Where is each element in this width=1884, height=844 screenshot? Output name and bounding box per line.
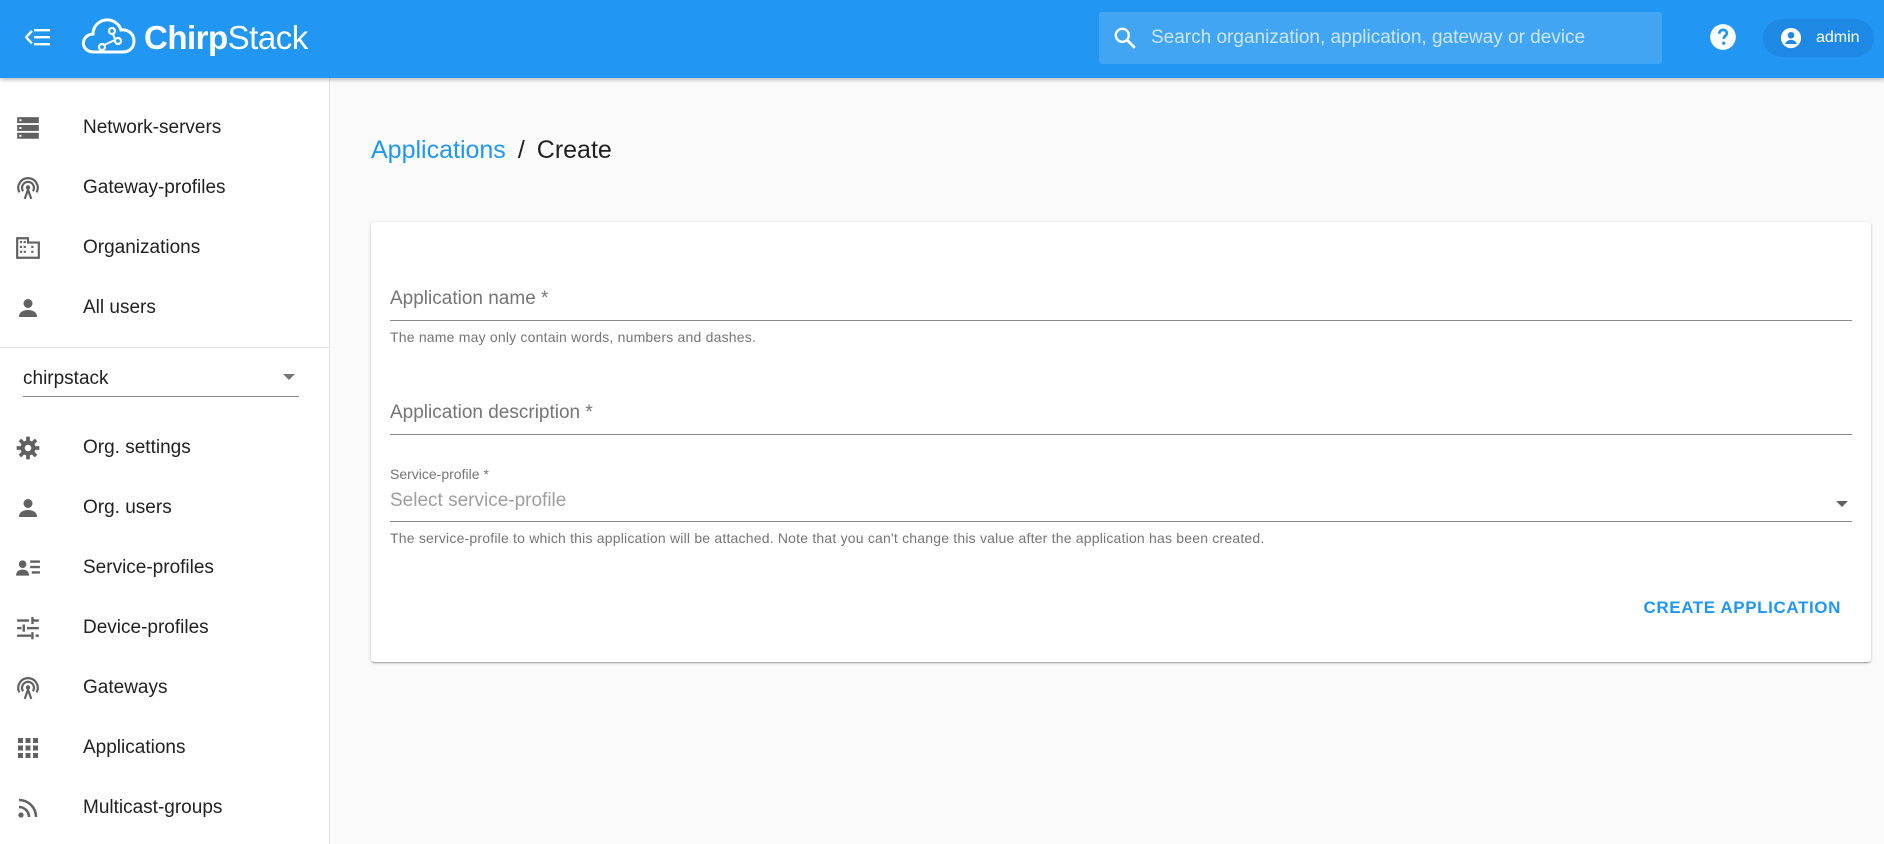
- sidebar: Network-servers Gateway-profiles Organiz…: [0, 78, 330, 844]
- application-name-field[interactable]: Application name * The name may only con…: [390, 288, 1852, 348]
- sidebar-item-label: Multicast-groups: [83, 797, 223, 818]
- brand-name-bold: Chirp: [144, 19, 228, 56]
- search-bar[interactable]: [1099, 12, 1662, 64]
- sidebar-item-gateway-profiles[interactable]: Gateway-profiles: [0, 160, 329, 216]
- sidebar-item-org-settings[interactable]: Org. settings: [0, 420, 329, 476]
- building-icon: [14, 234, 42, 262]
- sidebar-item-label: Org. settings: [83, 437, 191, 458]
- sidebar-item-organizations[interactable]: Organizations: [0, 220, 329, 276]
- service-profile-label: Service-profile *: [390, 466, 489, 482]
- sidebar-item-org-users[interactable]: Org. users: [0, 480, 329, 536]
- sidebar-item-device-profiles[interactable]: Device-profiles: [0, 600, 329, 656]
- chevron-down-icon[interactable]: [1836, 501, 1848, 507]
- organization-select-value: chirpstack: [23, 368, 109, 389]
- breadcrumb-separator: /: [517, 136, 525, 164]
- brand-name: ChirpStack: [144, 19, 308, 57]
- sidebar-item-label: Org. users: [83, 497, 172, 518]
- cloud-logo-icon: [80, 14, 138, 63]
- sidebar-item-label: Device-profiles: [83, 617, 209, 638]
- tune-icon: [14, 614, 42, 642]
- sidebar-item-network-servers[interactable]: Network-servers: [0, 100, 329, 156]
- breadcrumb-current: Create: [536, 136, 612, 164]
- organization-select[interactable]: chirpstack: [23, 358, 299, 397]
- sidebar-item-label: Gateway-profiles: [83, 177, 226, 198]
- service-profile-select[interactable]: Select service-profile: [390, 490, 566, 512]
- application-description-field[interactable]: Application description *: [390, 402, 1852, 442]
- sidebar-item-label: All users: [83, 297, 156, 318]
- person-icon: [14, 494, 42, 522]
- gateway-icon: [14, 174, 42, 202]
- sidebar-item-label: Applications: [83, 737, 186, 758]
- brand-name-regular: Stack: [227, 19, 309, 56]
- application-description-underline: [390, 434, 1852, 435]
- sidebar-item-gateways[interactable]: Gateways: [0, 660, 329, 716]
- sidebar-divider: [0, 347, 329, 348]
- search-input[interactable]: [1149, 26, 1653, 50]
- service-profile-underline: [390, 521, 1852, 522]
- help-button[interactable]: [1704, 20, 1742, 58]
- chevron-down-icon: [283, 374, 295, 380]
- search-icon: [1109, 22, 1141, 54]
- account-details-icon: [14, 554, 42, 582]
- menu-toggle-button[interactable]: [18, 19, 58, 59]
- user-menu-button[interactable]: admin: [1763, 19, 1874, 57]
- app-bar: ChirpStack admin: [0, 0, 1884, 78]
- rss-icon: [14, 794, 42, 822]
- sidebar-item-label: Service-profiles: [83, 557, 214, 578]
- apps-grid-icon: [14, 734, 42, 762]
- sidebar-item-label: Gateways: [83, 677, 168, 698]
- application-name-input[interactable]: [390, 288, 1834, 318]
- application-name-helper: The name may only contain words, numbers…: [390, 329, 757, 345]
- breadcrumb: Applications / Create: [371, 136, 612, 165]
- service-profile-helper: The service-profile to which this applic…: [390, 530, 1265, 546]
- server-icon: [14, 114, 42, 142]
- help-icon: [1709, 23, 1737, 56]
- sidebar-item-all-users[interactable]: All users: [0, 280, 329, 336]
- application-name-underline: [390, 320, 1852, 321]
- create-application-form: Application name * The name may only con…: [371, 222, 1871, 662]
- sidebar-item-applications[interactable]: Applications: [0, 720, 329, 776]
- user-name: admin: [1816, 29, 1860, 46]
- service-profile-field[interactable]: Service-profile * Select service-profile…: [390, 466, 1852, 556]
- person-icon: [14, 294, 42, 322]
- menu-open-icon: [24, 27, 51, 52]
- gear-icon: [14, 434, 42, 462]
- chirpstack-logo[interactable]: ChirpStack: [80, 13, 308, 63]
- application-description-input[interactable]: [390, 402, 1834, 432]
- sidebar-item-service-profiles[interactable]: Service-profiles: [0, 540, 329, 596]
- breadcrumb-link-applications[interactable]: Applications: [371, 136, 506, 165]
- sidebar-item-label: Network-servers: [83, 117, 222, 138]
- sidebar-item-label: Organizations: [83, 237, 201, 258]
- sidebar-item-multicast-groups[interactable]: Multicast-groups: [0, 780, 329, 836]
- account-circle-icon: [1779, 26, 1803, 50]
- gateway-icon: [14, 674, 42, 702]
- create-application-button[interactable]: CREATE APPLICATION: [1642, 594, 1844, 622]
